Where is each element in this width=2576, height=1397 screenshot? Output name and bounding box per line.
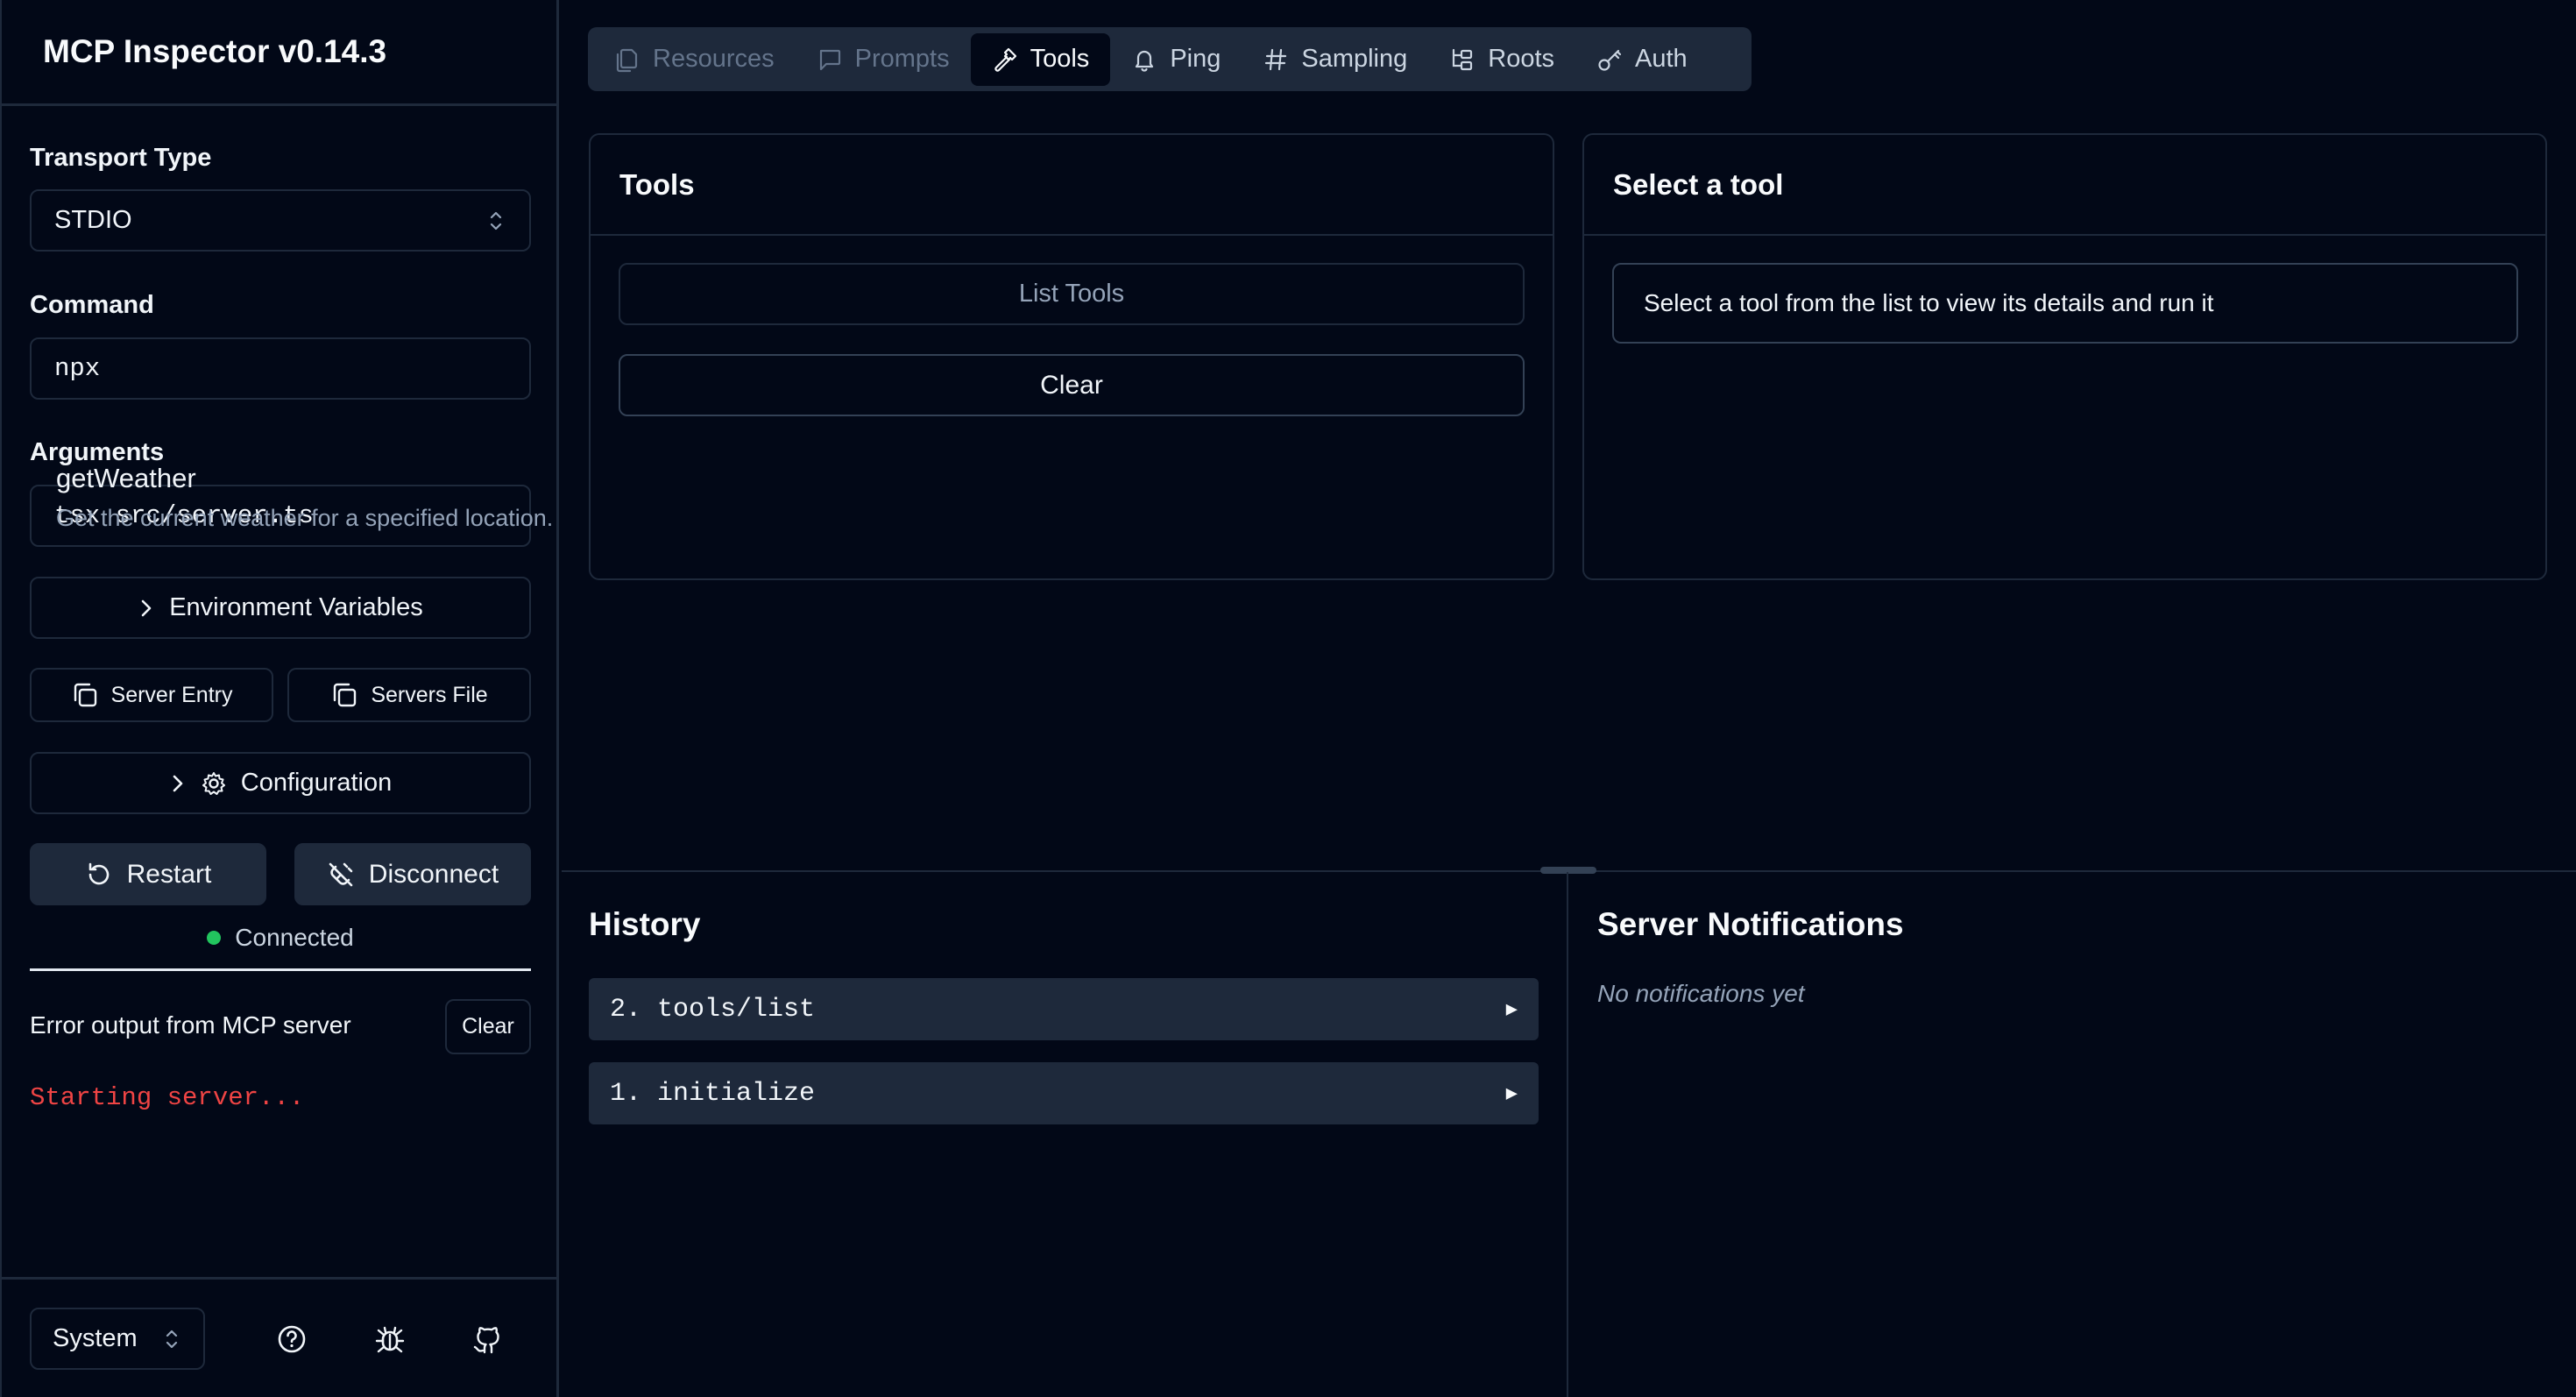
gear-icon xyxy=(202,771,225,795)
tool-detail-hint: Select a tool from the list to view its … xyxy=(1612,263,2518,344)
tab-resources[interactable]: Resources xyxy=(593,33,796,86)
server-entry-button[interactable]: Server Entry xyxy=(30,668,273,722)
configuration-button[interactable]: Configuration xyxy=(30,752,531,814)
tool-description: Get the current weather for a specified … xyxy=(56,505,554,531)
error-clear-label: Clear xyxy=(462,1014,514,1039)
status-text: Connected xyxy=(235,924,354,951)
restart-label: Restart xyxy=(126,859,212,889)
servers-file-button[interactable]: Servers File xyxy=(287,668,531,722)
sidebar-footer: System xyxy=(2,1277,556,1397)
tool-detail-card: Select a tool xyxy=(1582,133,2547,580)
chevron-right-icon xyxy=(173,775,183,791)
error-output-text: Starting server... xyxy=(30,1083,305,1112)
tab-tools-label: Tools xyxy=(1030,45,1090,73)
tab-resources-label: Resources xyxy=(653,45,775,73)
github-icon[interactable] xyxy=(470,1322,505,1357)
chevron-up-down-icon xyxy=(490,211,502,230)
notifications-empty-text: No notifications yet xyxy=(1597,980,1805,1007)
theme-value: System xyxy=(53,1324,138,1352)
rotate-ccw-icon xyxy=(88,862,109,884)
tab-prompts[interactable]: Prompts xyxy=(796,33,971,86)
key-icon xyxy=(1598,49,1622,71)
tools-card-title: Tools xyxy=(591,135,1553,236)
clear-tools-button[interactable]: Clear xyxy=(619,354,1525,416)
play-icon: ▶ xyxy=(1505,998,1518,1021)
tool-name[interactable]: getWeather xyxy=(56,463,196,494)
message-icon xyxy=(819,49,840,70)
configuration-label: Configuration xyxy=(240,769,393,797)
tab-roots-label: Roots xyxy=(1488,45,1555,73)
chevron-up-down-icon xyxy=(166,1330,178,1348)
copy-icon xyxy=(334,683,357,707)
unplug-icon xyxy=(329,862,353,886)
tab-sampling-label: Sampling xyxy=(1301,45,1408,73)
tool-detail-title: Select a tool xyxy=(1584,135,2545,236)
history-item[interactable]: 1. initialize ▶ xyxy=(589,1062,1539,1124)
transport-type-value: STDIO xyxy=(54,206,132,234)
environment-variables-button[interactable]: Environment Variables xyxy=(30,577,531,639)
status-dot xyxy=(207,931,222,945)
restart-button[interactable]: Restart xyxy=(30,843,266,905)
transport-type-select[interactable]: STDIO xyxy=(30,189,531,252)
sidebar: MCP Inspector v0.14.3 Transport Type STD… xyxy=(0,0,559,1397)
connection-status: Connected xyxy=(30,924,531,952)
transport-type-label: Transport Type xyxy=(30,144,212,172)
tab-auth[interactable]: Auth xyxy=(1575,33,1709,86)
command-value: npx xyxy=(54,354,101,383)
history-item-label: 2. tools/list xyxy=(610,994,816,1025)
vertical-divider xyxy=(1567,872,1568,1397)
tab-ping[interactable]: Ping xyxy=(1110,33,1242,86)
hash-icon xyxy=(1265,48,1287,70)
hammer-icon xyxy=(994,47,1016,72)
bug-icon[interactable] xyxy=(372,1322,407,1357)
tab-prompts-label: Prompts xyxy=(854,45,950,73)
command-input[interactable]: npx xyxy=(30,337,531,400)
disconnect-label: Disconnect xyxy=(368,859,499,889)
folder-tree-icon xyxy=(1453,48,1473,70)
servers-file-label: Servers File xyxy=(371,682,488,707)
list-tools-button[interactable]: List Tools xyxy=(619,263,1525,325)
copy-icon xyxy=(74,683,96,707)
history-title: History xyxy=(589,906,701,942)
error-clear-button[interactable]: Clear xyxy=(445,999,531,1054)
clear-tools-label: Clear xyxy=(1040,370,1103,400)
history-item[interactable]: 2. tools/list ▶ xyxy=(589,978,1539,1040)
files-icon xyxy=(616,48,638,72)
tab-roots[interactable]: Roots xyxy=(1428,33,1575,86)
tab-tools[interactable]: Tools xyxy=(970,32,1111,86)
disconnect-button[interactable]: Disconnect xyxy=(294,843,531,905)
chevron-right-icon xyxy=(141,599,152,616)
environment-variables-label: Environment Variables xyxy=(169,593,423,621)
history-item-label: 1. initialize xyxy=(610,1078,816,1109)
server-entry-label: Server Entry xyxy=(110,682,233,707)
notifications-title: Server Notifications xyxy=(1597,906,1904,942)
list-tools-label: List Tools xyxy=(1018,280,1125,308)
sidebar-header: MCP Inspector v0.14.3 xyxy=(2,0,556,106)
tab-sampling[interactable]: Sampling xyxy=(1242,33,1428,86)
error-output-label: Error output from MCP server xyxy=(30,1011,351,1039)
tab-ping-label: Ping xyxy=(1170,45,1221,73)
tab-auth-label: Auth xyxy=(1635,45,1688,73)
app-title: MCP Inspector v0.14.3 xyxy=(43,33,387,69)
command-label: Command xyxy=(30,291,154,319)
theme-select[interactable]: System xyxy=(30,1308,205,1370)
help-icon[interactable] xyxy=(274,1322,309,1357)
resize-handle[interactable] xyxy=(1540,867,1596,874)
bell-icon xyxy=(1136,50,1154,72)
tab-bar: Resources Prompts Tools Ping Sampling Ro… xyxy=(588,27,1752,91)
play-icon: ▶ xyxy=(1505,1082,1518,1105)
divider xyxy=(30,968,531,971)
